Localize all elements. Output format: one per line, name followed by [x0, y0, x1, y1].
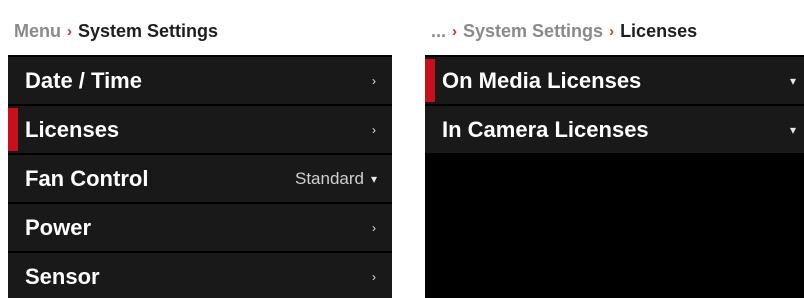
chevron-right-icon: › [372, 269, 376, 284]
chevron-right-icon: › [372, 73, 376, 88]
menu-item-label: Licenses [25, 116, 120, 142]
breadcrumb-separator-icon: › [67, 23, 72, 40]
licenses-menu-panel: ... › System Settings › Licenses On Medi… [425, 8, 804, 298]
menu-item-label: Power [25, 214, 92, 240]
breadcrumb-separator-icon: › [452, 23, 458, 40]
menu-item-date-time[interactable]: Date / Time › [8, 57, 392, 104]
menu-item-label: Fan Control [25, 165, 149, 191]
menu-item-sensor[interactable]: Sensor › [8, 253, 392, 298]
menu-item-label: Sensor [25, 263, 100, 289]
menu-list: On Media Licenses ▾ In Camera Licenses ▾ [425, 57, 804, 153]
breadcrumb-current-page: System Settings [78, 21, 219, 41]
menu-item-label: Date / Time [25, 67, 142, 93]
menu-item-label: On Media Licenses [442, 67, 642, 93]
breadcrumb: ... › System Settings › Licenses [425, 8, 804, 55]
chevron-down-icon: ▾ [370, 171, 378, 186]
menu-list: Date / Time › Licenses › Fan Control Sta… [8, 57, 392, 298]
breadcrumb-system-settings-link[interactable]: System Settings [463, 21, 603, 42]
breadcrumb-menu-link[interactable]: Menu [14, 21, 61, 42]
menu-item-fan-control[interactable]: Fan Control Standard ▾ [8, 155, 392, 202]
breadcrumb-separator-icon: › [609, 23, 615, 40]
chevron-down-icon: ▾ [789, 73, 797, 88]
menu-item-in-camera-licenses[interactable]: In Camera Licenses ▾ [425, 106, 804, 153]
menu-item-licenses[interactable]: Licenses › [8, 106, 392, 153]
fan-control-value[interactable]: Standard [295, 169, 364, 189]
selection-indicator [425, 59, 435, 102]
chevron-right-icon: › [372, 122, 376, 137]
selection-indicator [8, 108, 18, 151]
menu-item-on-media-licenses[interactable]: On Media Licenses ▾ [425, 57, 804, 104]
breadcrumb: Menu › System Settings [8, 8, 392, 55]
breadcrumb-ellipsis[interactable]: ... [431, 21, 446, 42]
chevron-down-icon: ▾ [789, 122, 797, 137]
chevron-right-icon: › [372, 220, 376, 235]
breadcrumb-current-page: Licenses [620, 21, 698, 41]
menu-item-label: In Camera Licenses [442, 116, 649, 142]
menu-item-power[interactable]: Power › [8, 204, 392, 251]
system-settings-menu-panel: Menu › System Settings Date / Time › Lic… [8, 8, 392, 298]
